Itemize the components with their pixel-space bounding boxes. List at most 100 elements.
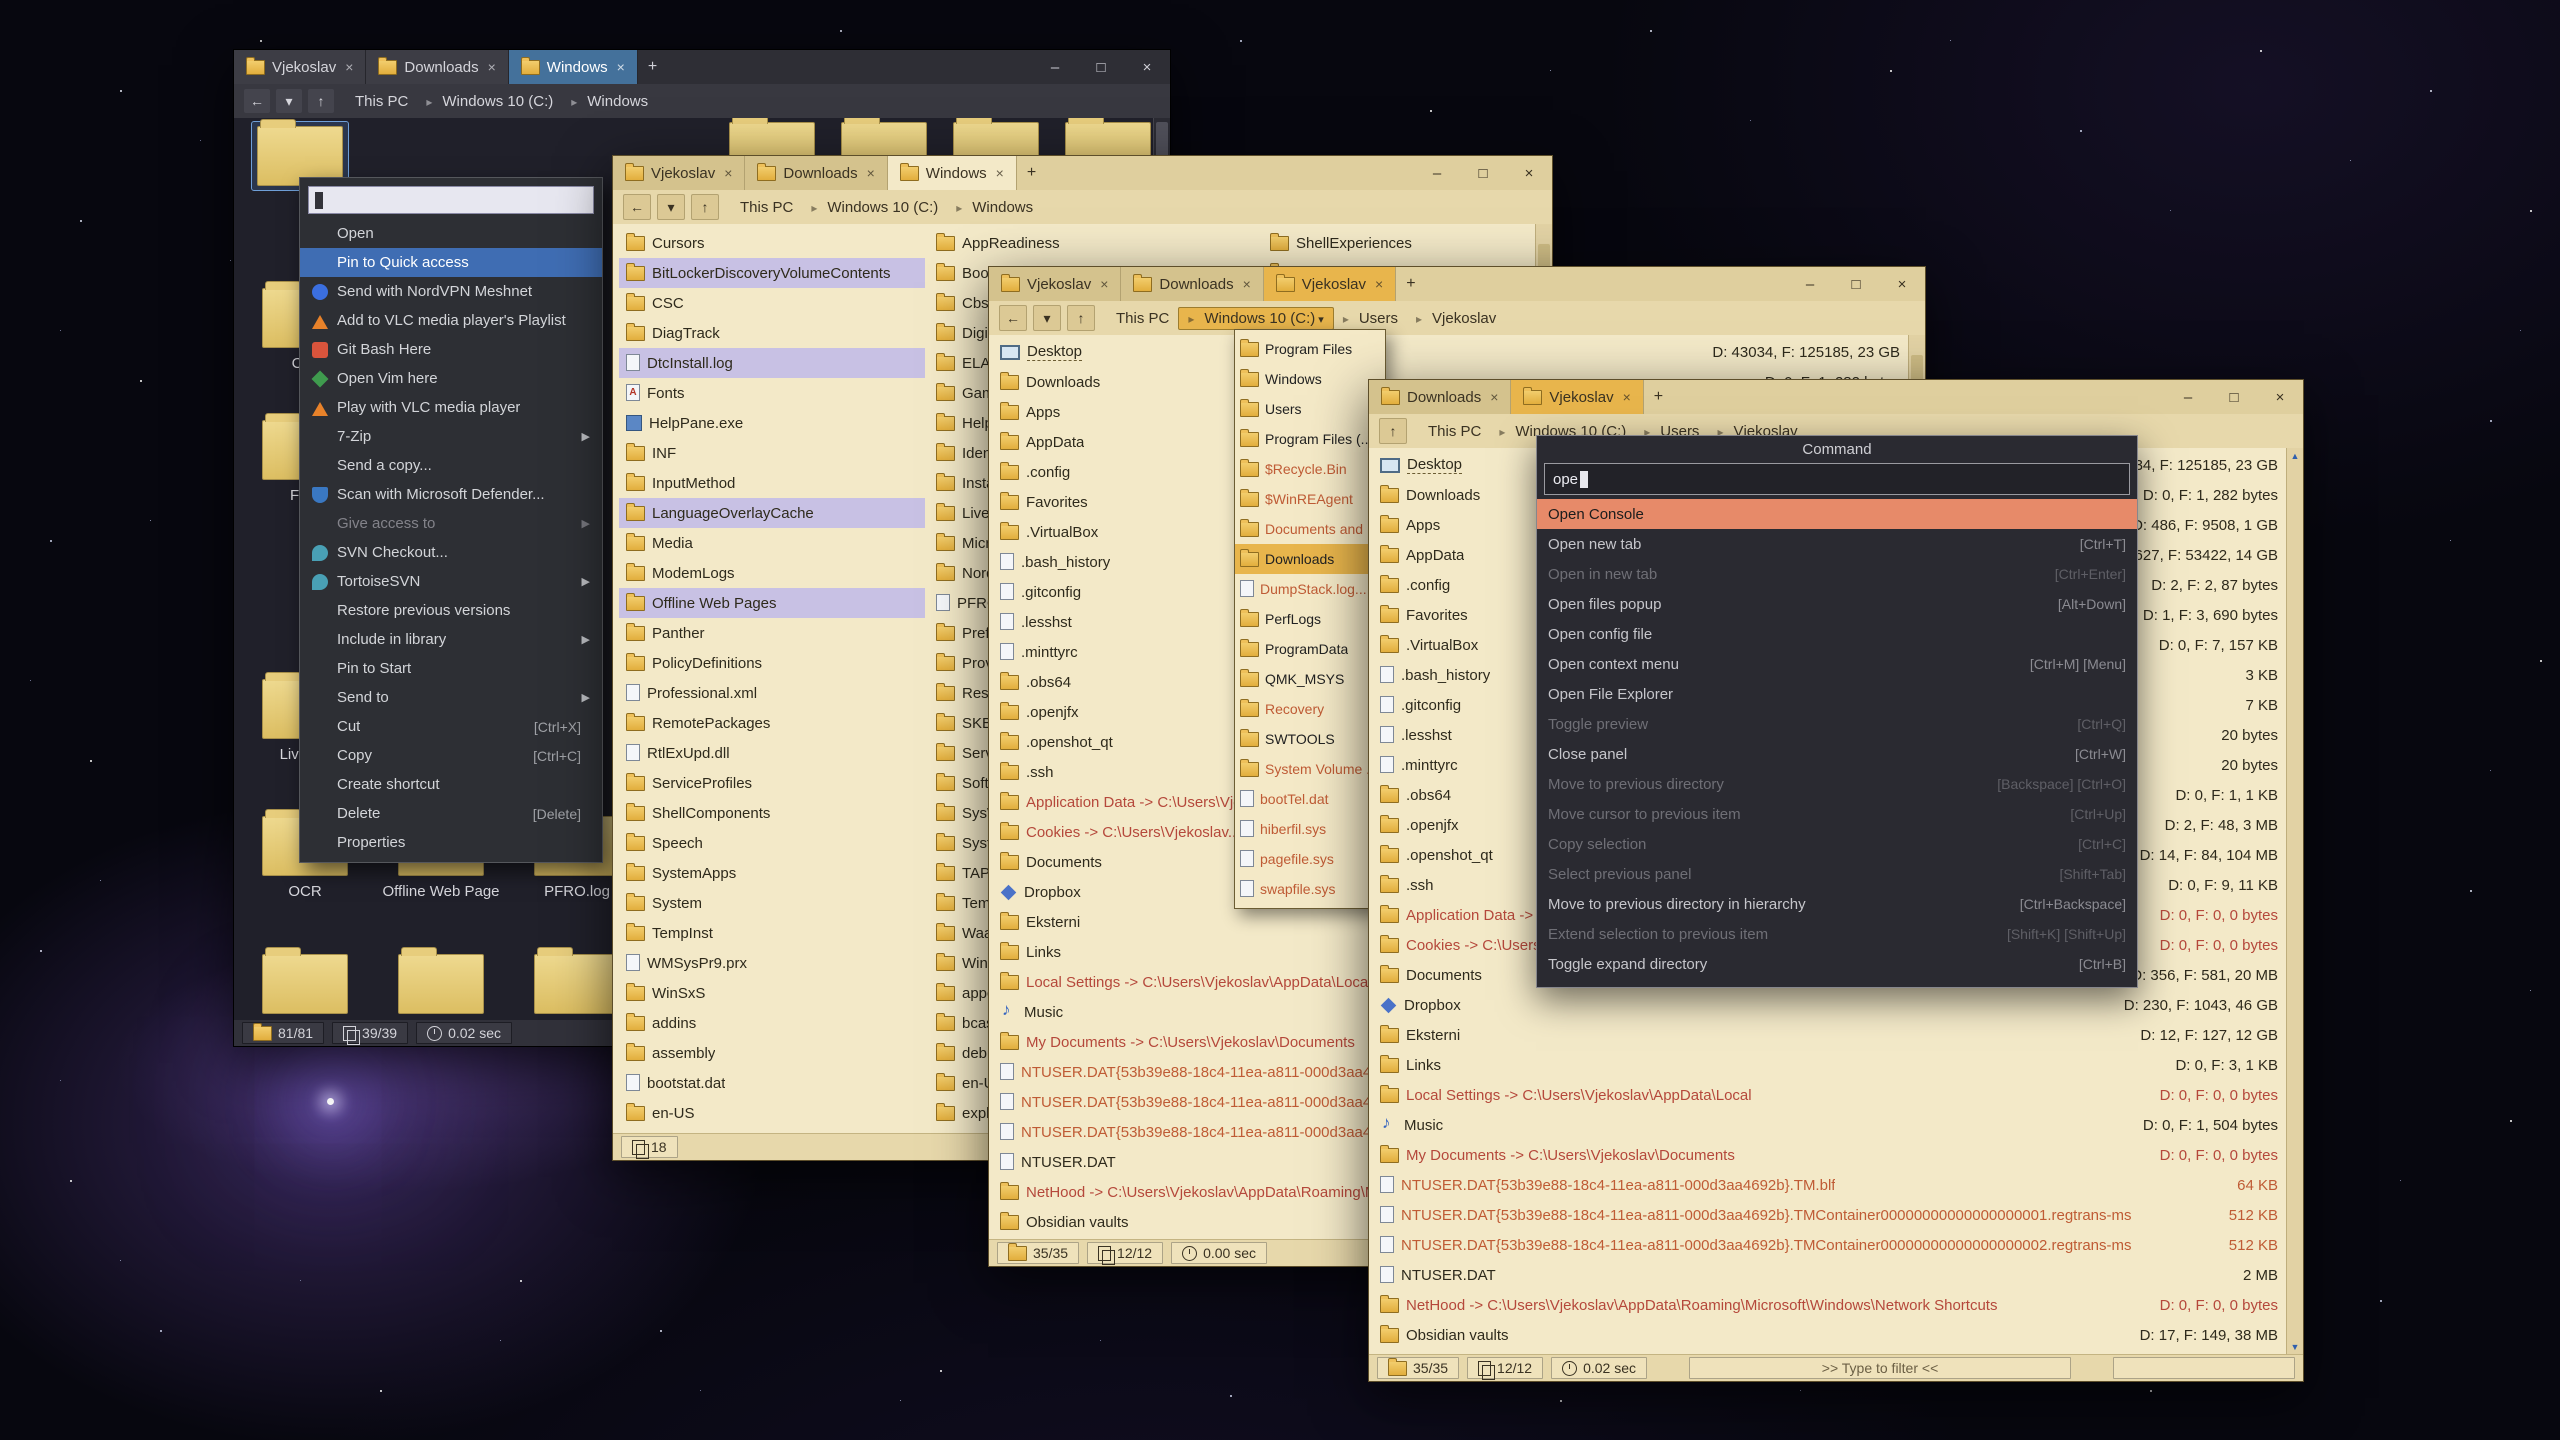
tab[interactable]: Downloads [1369,380,1511,414]
breadcrumb-item[interactable]: This PC [346,91,417,112]
history-dropdown-button[interactable] [1033,305,1061,331]
dropdown-item[interactable]: $WinREAgent [1235,484,1385,514]
context-menu-item[interactable]: Copy [Ctrl+C] [300,741,602,770]
history-dropdown-button[interactable] [276,89,302,113]
scroll-up-button[interactable] [2287,448,2303,464]
command-item[interactable]: Move to previous directory in hierarchy … [1537,889,2137,919]
tab-close-icon[interactable] [1375,276,1383,292]
maximize-button[interactable] [1833,267,1879,301]
file-row[interactable]: Speech [619,828,925,858]
dropdown-item[interactable]: ProgramData [1235,634,1385,664]
file-row[interactable]: WinSxS [619,978,925,1008]
file-row[interactable]: InputMethod [619,468,925,498]
file-row[interactable]: Eksterni D: 12, F: 127, 12 GB [1373,1020,2285,1050]
minimize-button[interactable] [1414,156,1460,190]
new-tab-button[interactable] [1017,156,1046,190]
file-row[interactable]: CSC [619,288,925,318]
rename-input[interactable] [308,186,594,214]
file-row[interactable]: NTUSER.DAT{53b39e88-18c4-11ea-a811-000d3… [1373,1200,2285,1230]
dropdown-item[interactable]: Program Files [1235,334,1385,364]
context-menu-item[interactable]: Include in library ▶ [300,625,602,654]
file-row[interactable]: TempInst [619,918,925,948]
file-row[interactable]: Local Settings -> C:\Users\Vjekoslav\App… [1373,1080,2285,1110]
file-row[interactable]: BitLockerDiscoveryVolumeContents [619,258,925,288]
context-menu-item[interactable]: Properties [300,828,602,857]
close-button[interactable] [1124,50,1170,84]
tab[interactable]: Vjekoslav [1511,380,1643,414]
command-item[interactable]: Extend selection to previous item [Shift… [1537,919,2137,949]
context-menu-item[interactable]: Give access to ▶ [300,509,602,538]
tab-close-icon[interactable] [1490,389,1498,405]
breadcrumb-item[interactable]: Vjekoslav [1407,308,1505,329]
file-row[interactable]: NetHood -> C:\Users\Vjekoslav\AppData\Ro… [1373,1290,2285,1320]
dropdown-item[interactable]: PerfLogs [1235,604,1385,634]
file-row[interactable]: My Documents -> C:\Users\Vjekoslav\Docum… [1373,1140,2285,1170]
breadcrumb-item[interactable]: Windows [947,197,1042,218]
file-row[interactable]: assembly [619,1038,925,1068]
vertical-scrollbar[interactable] [2286,448,2303,1355]
file-row[interactable]: Cursors [619,228,925,258]
command-item[interactable]: Open File Explorer [1537,679,2137,709]
maximize-button[interactable] [1078,50,1124,84]
back-button[interactable] [623,194,651,220]
tab-close-icon[interactable] [617,59,625,75]
tab[interactable]: Downloads [745,156,887,190]
dropdown-item[interactable]: Users [1235,394,1385,424]
command-item[interactable]: Select previous panel [Shift+Tab] [1537,859,2137,889]
dropdown-item[interactable]: Program Files (... [1235,424,1385,454]
breadcrumb-item[interactable]: This PC [731,197,802,218]
file-row[interactable]: en-US [619,1098,925,1128]
tab[interactable]: Vjekoslav [234,50,366,84]
minimize-button[interactable] [1787,267,1833,301]
dropdown-item[interactable]: System Volume ... [1235,754,1385,784]
file-row[interactable]: SystemApps [619,858,925,888]
filter-hint-box[interactable]: >> Type to filter << [1689,1357,2071,1379]
command-item[interactable]: Copy selection [Ctrl+C] [1537,829,2137,859]
command-item[interactable]: Open Console [1537,499,2137,529]
breadcrumb-item[interactable]: This PC [1107,308,1178,329]
file-row[interactable]: Panther [619,618,925,648]
breadcrumb-item[interactable]: Users [1334,308,1407,329]
dropdown-item[interactable]: SWTOOLS [1235,724,1385,754]
file-row[interactable]: Dropbox D: 230, F: 1043, 46 GB [1373,990,2285,1020]
tab-close-icon[interactable] [1623,389,1631,405]
context-menu-item[interactable]: Pin to Quick access [300,248,602,277]
dropdown-item[interactable]: Recovery [1235,694,1385,724]
file-row[interactable]: addins [619,1008,925,1038]
dropdown-item[interactable]: bootTel.dat [1235,784,1385,814]
tab-close-icon[interactable] [867,165,875,181]
context-menu-item[interactable]: Pin to Start [300,654,602,683]
file-row[interactable]: Desktop D: 43034, F: 125185, 23 GB [993,337,1907,367]
minimize-button[interactable] [2165,380,2211,414]
file-row[interactable]: Professional.xml [619,678,925,708]
folder-tile[interactable]: Prefe [378,954,504,1020]
context-menu-item[interactable]: Cut [Ctrl+X] [300,712,602,741]
scroll-down-button[interactable] [2287,1339,2303,1355]
file-row[interactable]: RtlExUpd.dll [619,738,925,768]
context-menu-item[interactable]: Add to VLC media player's Playlist [300,306,602,335]
tab-close-icon[interactable] [488,59,496,75]
tab-close-icon[interactable] [1100,276,1108,292]
minimize-button[interactable] [1032,50,1078,84]
close-button[interactable] [2257,380,2303,414]
context-menu-item[interactable]: Send a copy... [300,451,602,480]
new-tab-button[interactable] [1396,267,1425,301]
file-row[interactable]: DiagTrack [619,318,925,348]
command-item[interactable]: Open config file [1537,619,2137,649]
file-row[interactable]: NTUSER.DAT 2 MB [1373,1260,2285,1290]
file-row[interactable]: PolicyDefinitions [619,648,925,678]
tab[interactable]: Vjekoslav [1264,267,1396,301]
file-row[interactable]: bootstat.dat [619,1068,925,1098]
file-row[interactable]: ServiceProfiles [619,768,925,798]
context-menu-item[interactable]: Delete [Delete] [300,799,602,828]
command-input[interactable]: ope [1544,463,2130,495]
context-menu-item[interactable]: SVN Checkout... [300,538,602,567]
breadcrumb-item[interactable]: Windows [562,91,657,112]
tab-close-icon[interactable] [996,165,1004,181]
context-menu-item[interactable]: Git Bash Here [300,335,602,364]
dropdown-item[interactable]: pagefile.sys [1235,844,1385,874]
command-item[interactable]: Toggle expand directory [Ctrl+B] [1537,949,2137,979]
command-item[interactable]: Open in new tab [Ctrl+Enter] [1537,559,2137,589]
close-button[interactable] [1506,156,1552,190]
command-item[interactable]: Open context menu [Ctrl+M] [Menu] [1537,649,2137,679]
